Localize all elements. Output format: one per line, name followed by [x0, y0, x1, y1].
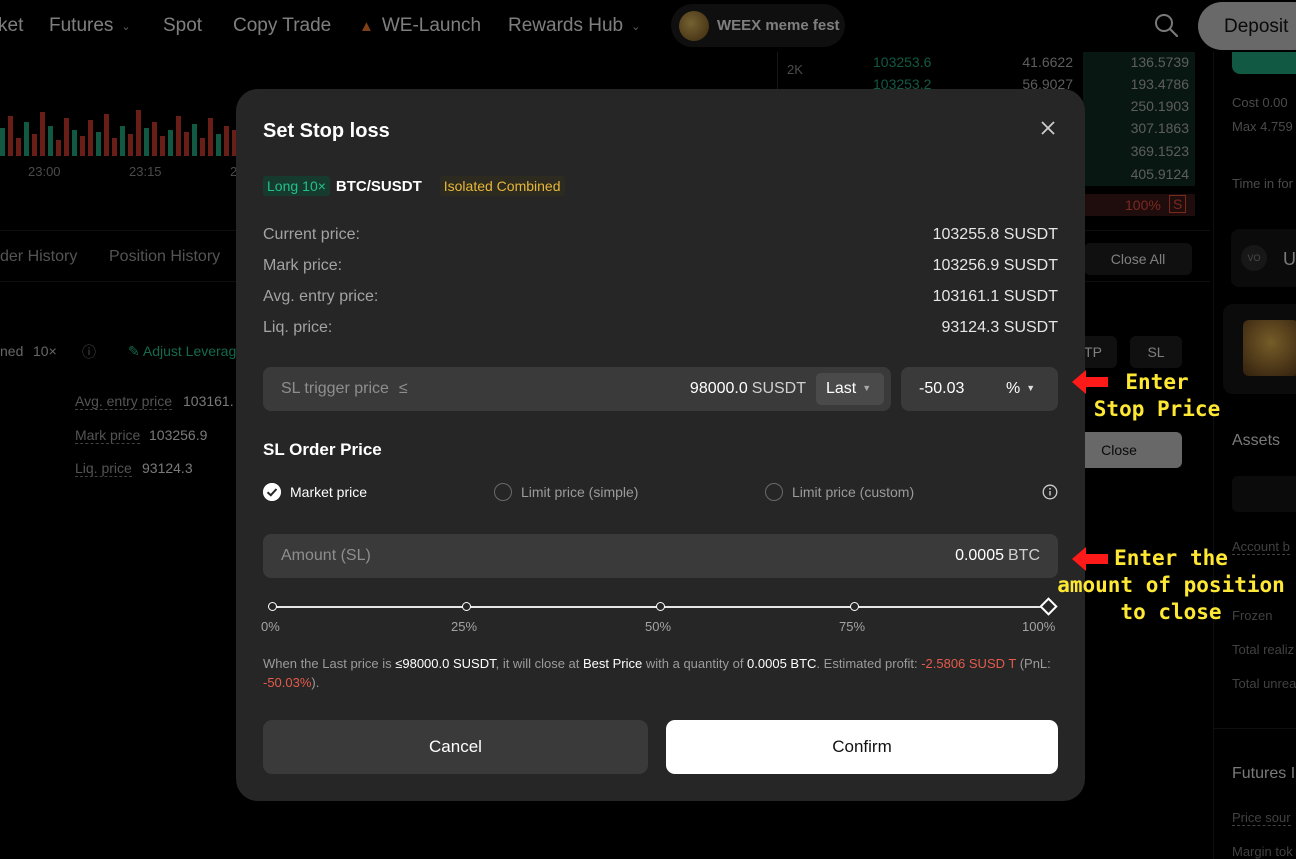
- current-price-label: Current price:: [263, 226, 360, 243]
- amount-slider[interactable]: [268, 597, 1058, 616]
- avg-entry-price-value: 103161.1 SUSDT: [932, 288, 1058, 305]
- sl-trigger-price-input[interactable]: SL trigger price ≤ 98000.0 SUSDT Last ▼: [263, 367, 891, 411]
- slider-label-50: 50%: [645, 619, 672, 634]
- radio-empty-icon: [494, 483, 512, 501]
- order-summary-text: When the Last price is ≤98000.0 SUSDT, i…: [263, 656, 1051, 690]
- caret-down-icon: ▼: [862, 383, 872, 393]
- caret-down-icon: ▼: [1026, 383, 1036, 393]
- sl-order-price-title: SL Order Price: [263, 440, 382, 459]
- annotation-amount: Enter the amount of position to close: [1057, 546, 1285, 624]
- annotation-stop-price: Enter Stop Price: [1093, 370, 1221, 421]
- sl-amount-value: 0.0005: [955, 547, 1004, 564]
- close-icon[interactable]: [1040, 120, 1056, 136]
- order-type-market-radio[interactable]: Market price: [263, 483, 367, 501]
- sl-trigger-price-unit: SUSDT: [751, 380, 806, 397]
- dialog-title: Set Stop loss: [263, 120, 390, 142]
- sl-trigger-price-value: 98000.0: [689, 380, 748, 397]
- checkmark-icon: [263, 483, 281, 501]
- order-type-limit-custom-radio[interactable]: Limit price (custom): [765, 483, 914, 501]
- sl-amount-label: Amount (SL): [281, 547, 371, 564]
- liq-price-label: Liq. price:: [263, 319, 333, 336]
- cancel-button[interactable]: Cancel: [263, 720, 648, 774]
- percent-unit-select[interactable]: % ▼: [1006, 380, 1035, 398]
- sl-amount-unit: BTC: [1008, 547, 1040, 564]
- slider-tick[interactable]: [462, 602, 471, 611]
- margin-mode-badge: Isolated Combined: [439, 176, 565, 196]
- liq-price-value: 93124.3 SUSDT: [941, 319, 1058, 336]
- position-summary: Long 10× BTC/SUSDT Isolated Combined: [263, 176, 565, 196]
- trading-pair: BTC/SUSDT: [335, 177, 422, 195]
- current-price-value: 103255.8 SUSDT: [932, 226, 1058, 243]
- order-type-limit-simple-radio[interactable]: Limit price (simple): [494, 483, 638, 501]
- sl-percent-value: -50.03: [919, 380, 965, 397]
- slider-tick[interactable]: [656, 602, 665, 611]
- side-badge: Long 10×: [263, 176, 330, 196]
- set-stop-loss-dialog: Set Stop loss Long 10× BTC/SUSDT Isolated…: [236, 89, 1085, 801]
- less-equal-operator: ≤: [398, 380, 408, 397]
- slider-label-25: 25%: [451, 619, 478, 634]
- confirm-button[interactable]: Confirm: [666, 720, 1058, 774]
- price-type-select[interactable]: Last ▼: [816, 373, 884, 405]
- slider-tick[interactable]: [268, 602, 277, 611]
- slider-label-0: 0%: [261, 619, 280, 634]
- avg-entry-price-label: Avg. entry price:: [263, 288, 379, 305]
- mark-price-value: 103256.9 SUSDT: [932, 257, 1058, 274]
- slider-label-75: 75%: [839, 619, 866, 634]
- sl-amount-input[interactable]: Amount (SL) 0.0005 BTC: [263, 534, 1058, 578]
- mark-price-label: Mark price:: [263, 257, 343, 274]
- info-icon[interactable]: [1042, 484, 1058, 500]
- radio-empty-icon: [765, 483, 783, 501]
- sl-percent-input[interactable]: -50.03 % ▼: [901, 367, 1058, 411]
- sl-trigger-price-label: SL trigger price: [281, 380, 389, 397]
- slider-tick[interactable]: [850, 602, 859, 611]
